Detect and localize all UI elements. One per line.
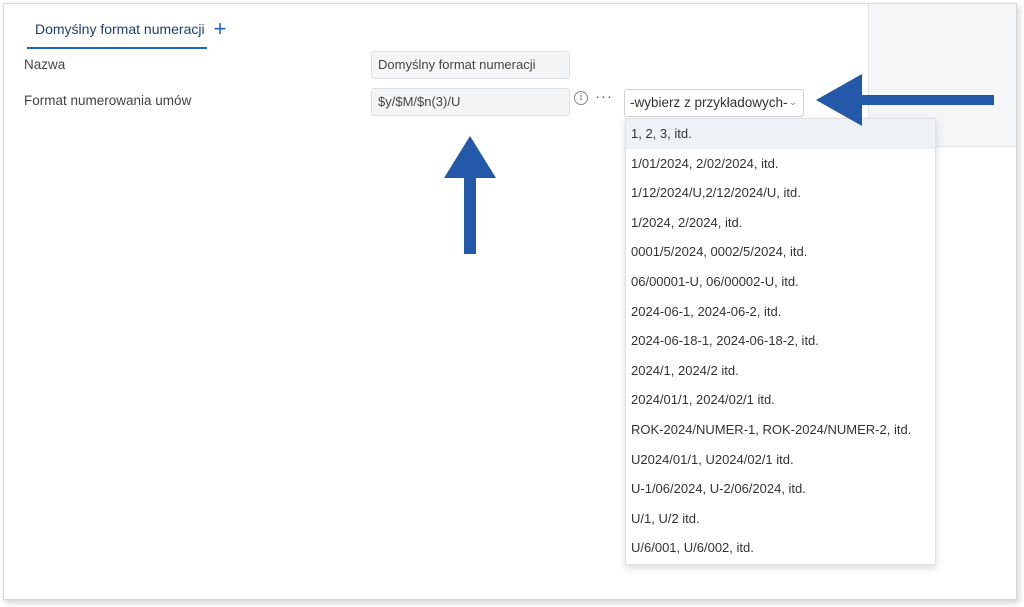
- dropdown-option[interactable]: 0001/5/2024, 0002/5/2024, itd.: [626, 237, 935, 267]
- dropdown-option[interactable]: U/1, U/2 itd.: [626, 504, 935, 534]
- dropdown-option[interactable]: 1/2024, 2/2024, itd.: [626, 208, 935, 238]
- select-value: -wybierz z przykładowych-: [630, 95, 788, 110]
- dropdown-option[interactable]: 1/01/2024, 2/02/2024, itd.: [626, 149, 935, 179]
- dropdown-option[interactable]: 2024-06-1, 2024-06-2, itd.: [626, 297, 935, 327]
- left-arrow-annotation: [816, 74, 994, 126]
- name-input[interactable]: Domyślny format numeracji: [371, 51, 570, 79]
- format-input[interactable]: $y/$M/$n(3)/U: [371, 88, 570, 116]
- dropdown-option[interactable]: U/6/001, U/6/002, itd.: [626, 533, 935, 563]
- up-arrow-annotation: [444, 136, 496, 254]
- plus-icon[interactable]: +: [209, 18, 231, 40]
- info-icon[interactable]: i: [574, 91, 588, 105]
- dropdown-option[interactable]: U2024/01/1, U2024/02/1 itd.: [626, 445, 935, 475]
- dropdown-option[interactable]: 2024-06-18-1, 2024-06-18-2, itd.: [626, 326, 935, 356]
- dropdown-option[interactable]: ROK-2024/NUMER-1, ROK-2024/NUMER-2, itd.: [626, 415, 935, 445]
- more-icon[interactable]: ···: [595, 88, 613, 105]
- dropdown-option[interactable]: 2024/01/1, 2024/02/1 itd.: [626, 385, 935, 415]
- dropdown-option[interactable]: 1/12/2024/U,2/12/2024/U, itd.: [626, 178, 935, 208]
- example-format-select[interactable]: -wybierz z przykładowych- ⌄: [624, 89, 804, 117]
- format-label: Format numerowania umów: [24, 93, 192, 108]
- tab-default-numbering-format[interactable]: Domyślny format numeracji: [27, 16, 207, 49]
- dropdown-option[interactable]: U-1/06/2024, U-2/06/2024, itd.: [626, 474, 935, 504]
- name-label: Nazwa: [24, 57, 66, 72]
- dropdown-option[interactable]: 06/00001-U, 06/00002-U, itd.: [626, 267, 935, 297]
- example-format-dropdown: 1, 2, 3, itd. 1/01/2024, 2/02/2024, itd.…: [625, 118, 936, 565]
- dropdown-option[interactable]: 2024/1, 2024/2 itd.: [626, 356, 935, 386]
- chevron-down-icon: ⌄: [788, 97, 797, 108]
